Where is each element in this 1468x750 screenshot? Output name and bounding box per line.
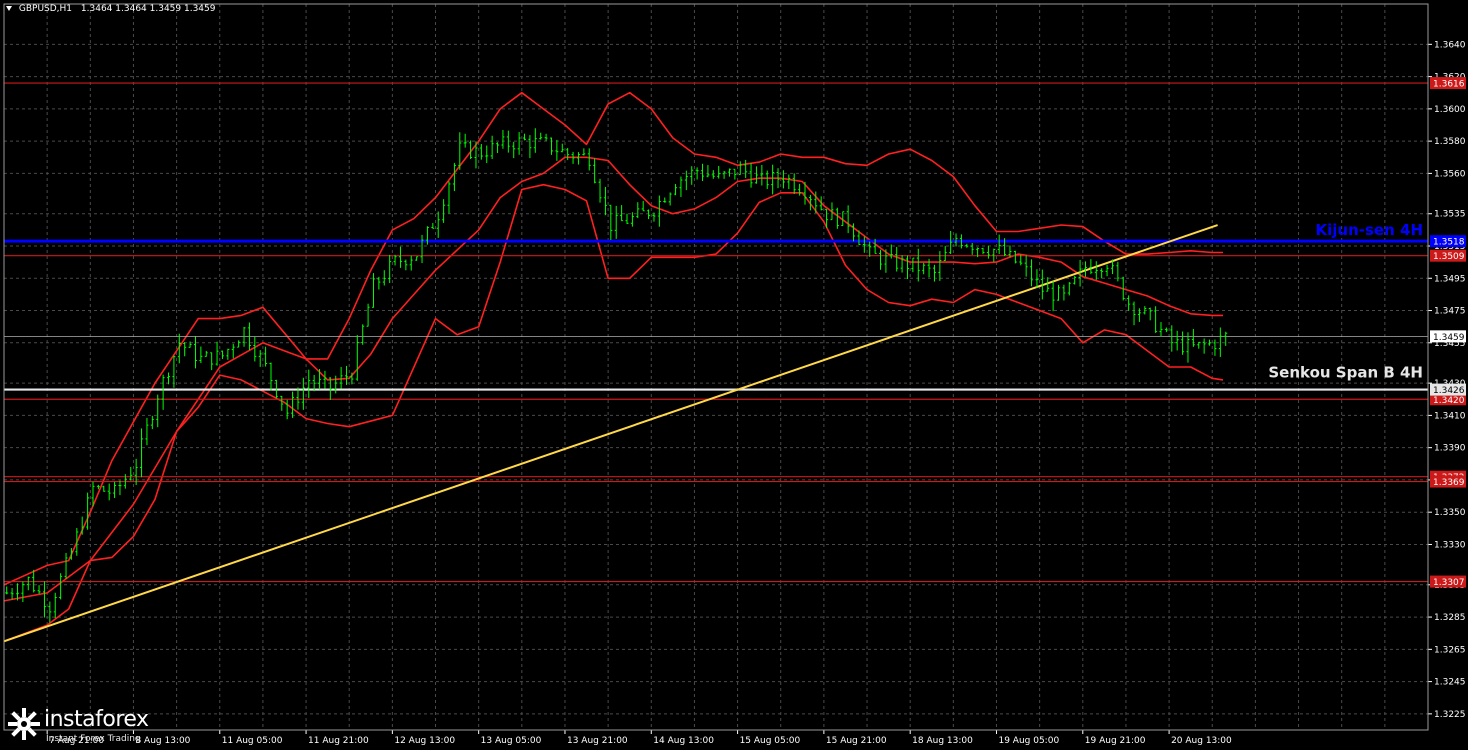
y-tick-label: 1.3285 xyxy=(1434,613,1466,623)
senkou-name-label: Senkou Span B 4H xyxy=(1268,364,1423,382)
x-tick-label: 12 Aug 13:00 xyxy=(394,736,455,746)
y-tick-label: 1.3475 xyxy=(1434,307,1466,317)
y-tick-label: 1.3640 xyxy=(1434,40,1466,50)
y-tick-label: 1.3225 xyxy=(1434,710,1466,720)
x-tick-label: 11 Aug 05:00 xyxy=(222,736,283,746)
y-tick-label: 1.3600 xyxy=(1434,105,1466,115)
ohlc-values: 1.3464 1.3464 1.3459 1.3459 xyxy=(80,4,216,14)
level-tag-1.3616: 1.3616 xyxy=(1433,80,1465,90)
x-tick-label: 13 Aug 05:00 xyxy=(481,736,542,746)
x-tick-label: 20 Aug 13:00 xyxy=(1171,736,1232,746)
kijun-name-label: Kijun-sen 4H xyxy=(1316,221,1423,239)
x-tick-label: 19 Aug 05:00 xyxy=(998,736,1059,746)
y-tick-label: 1.3245 xyxy=(1434,678,1466,688)
symbol-label: GBPUSD,H1 xyxy=(18,4,73,14)
chart-header: GBPUSD,H1 1.3464 1.3464 1.3459 1.3459 xyxy=(6,4,215,14)
x-tick-label: 14 Aug 13:00 xyxy=(653,736,714,746)
y-tick-label: 1.3265 xyxy=(1434,645,1466,655)
y-tick-label: 1.3535 xyxy=(1434,210,1466,220)
y-tick-label: 1.3560 xyxy=(1434,169,1466,179)
y-tick-label: 1.3580 xyxy=(1434,137,1466,147)
y-tick-label: 1.3350 xyxy=(1434,508,1466,518)
level-tag-1.3369: 1.3369 xyxy=(1433,478,1465,488)
brand-watermark: instaforex Instant Forex Trading xyxy=(4,704,180,748)
dropdown-triangle-icon[interactable] xyxy=(6,6,12,11)
level-tag-1.3420: 1.3420 xyxy=(1433,396,1465,406)
x-tick-label: 18 Aug 13:00 xyxy=(912,736,973,746)
brand-name: instaforex xyxy=(44,707,149,732)
price-chart[interactable]: 1.36401.36201.36001.35801.35601.35351.35… xyxy=(0,0,1468,750)
y-tick-label: 1.3330 xyxy=(1434,540,1466,550)
y-tick-label: 1.3410 xyxy=(1434,411,1466,421)
level-tag-1.3509: 1.3509 xyxy=(1433,252,1465,262)
y-tick-label: 1.3390 xyxy=(1434,444,1466,454)
senkou-tag: 1.3426 xyxy=(1433,386,1465,396)
y-tick-label: 1.3495 xyxy=(1434,274,1466,284)
x-tick-label: 19 Aug 21:00 xyxy=(1085,736,1146,746)
current-price-tag: 1.3459 xyxy=(1433,333,1465,343)
brand-tagline: Instant Forex Trading xyxy=(46,734,141,744)
x-tick-label: 15 Aug 05:00 xyxy=(740,736,801,746)
kijun-tag: 1.3518 xyxy=(1433,238,1465,248)
gear-star-icon xyxy=(8,708,40,740)
x-tick-label: 11 Aug 21:00 xyxy=(308,736,369,746)
level-tag-1.3307: 1.3307 xyxy=(1433,578,1465,588)
x-tick-label: 15 Aug 21:00 xyxy=(826,736,887,746)
x-tick-label: 13 Aug 21:00 xyxy=(567,736,628,746)
